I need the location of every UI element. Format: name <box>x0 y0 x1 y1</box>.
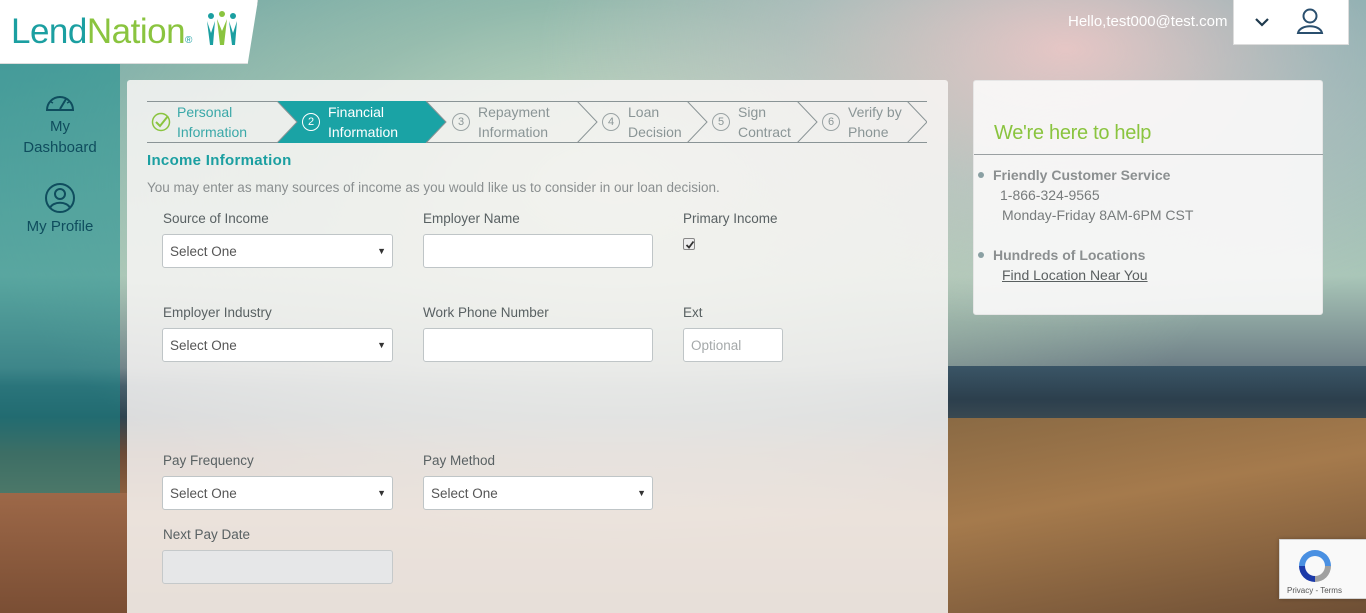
check-circle-icon <box>151 112 171 132</box>
greeting-text: Hello,test000@test.com <box>1068 13 1228 30</box>
checkmark-icon <box>685 240 695 249</box>
ext-label: Ext <box>683 305 703 320</box>
step-label: Phone <box>848 124 889 140</box>
employer-industry-label: Employer Industry <box>163 305 272 320</box>
pay-frequency-select[interactable]: Select One ▼ <box>162 476 393 510</box>
registered-mark: ® <box>185 35 192 46</box>
step-verify-by-phone[interactable]: 6 Verify by Phone <box>822 101 902 143</box>
step-number: 3 <box>452 113 470 131</box>
step-label: Decision <box>628 124 682 140</box>
employer-name-input[interactable] <box>423 234 653 268</box>
sidebar-item-label: My <box>50 118 70 135</box>
work-phone-input[interactable] <box>423 328 653 362</box>
sidebar-item-dashboard[interactable]: My Dashboard <box>0 90 120 158</box>
gauge-icon <box>45 96 75 111</box>
pay-frequency-label: Pay Frequency <box>163 453 254 468</box>
divider <box>974 154 1323 155</box>
caret-down-icon: ▼ <box>637 488 646 498</box>
sidebar: My Dashboard My Profile <box>0 64 120 493</box>
bullet-icon <box>978 252 984 258</box>
step-sign-contract[interactable]: 5 Sign Contract <box>712 101 791 143</box>
work-phone-label: Work Phone Number <box>423 305 549 320</box>
step-label: Financial <box>328 104 385 120</box>
step-label: Information <box>177 124 248 140</box>
bullet-icon <box>978 172 984 178</box>
recaptcha-links[interactable]: Privacy - Terms <box>1287 586 1342 595</box>
select-value: Select One <box>170 485 237 501</box>
user-account-icon[interactable] <box>1296 7 1324 35</box>
logo[interactable]: LendNation® <box>0 0 258 64</box>
logo-word-lend: Lend <box>11 12 87 51</box>
step-label: Repayment <box>478 104 550 120</box>
step-label: Contract <box>738 124 791 140</box>
logo-word-nation: Nation <box>86 12 186 51</box>
employer-name-label: Employer Name <box>423 211 520 226</box>
pay-method-label: Pay Method <box>423 453 496 468</box>
step-number: 6 <box>822 113 840 131</box>
step-label: Sign <box>738 104 767 120</box>
step-label: Loan <box>628 104 660 120</box>
caret-down-icon: ▼ <box>377 340 386 350</box>
sidebar-item-profile[interactable]: My Profile <box>0 182 120 237</box>
next-pay-date-label: Next Pay Date <box>163 527 251 542</box>
user-circle-icon <box>45 183 75 213</box>
input-placeholder: Optional <box>691 337 742 353</box>
background-field-left <box>0 493 127 613</box>
people-logo-icon <box>207 11 237 45</box>
select-value: Select One <box>431 485 498 501</box>
step-number: 2 <box>302 113 320 131</box>
step-label: Verify by <box>848 104 902 120</box>
step-label: Information <box>328 124 399 140</box>
background-sea <box>948 366 1366 422</box>
select-value: Select One <box>170 243 237 259</box>
pay-method-select[interactable]: Select One ▼ <box>423 476 653 510</box>
account-menu <box>1233 0 1349 45</box>
step-repayment-information[interactable]: 3 Repayment Information <box>452 101 550 143</box>
step-financial-information[interactable]: 2 Financial Information <box>302 101 398 143</box>
section-title: Income Information <box>147 152 292 169</box>
intro-text: You may enter as many sources of income … <box>147 180 720 195</box>
step-label: Information <box>478 124 549 140</box>
step-number: 4 <box>602 113 620 131</box>
source-of-income-label: Source of Income <box>163 211 269 226</box>
sidebar-item-label: Dashboard <box>23 139 97 156</box>
phone-number: 1-866-324-9565 <box>1000 187 1100 203</box>
primary-income-checkbox[interactable] <box>683 238 695 250</box>
source-of-income-select[interactable]: Select One ▼ <box>162 234 393 268</box>
recaptcha-icon <box>1299 550 1331 582</box>
help-panel: We're here to help Friendly Customer Ser… <box>973 80 1323 315</box>
service-hours: Monday-Friday 8AM-6PM CST <box>1002 207 1194 223</box>
select-value: Select One <box>170 337 237 353</box>
find-location-link[interactable]: Find Location Near You <box>1002 267 1148 283</box>
chevron-down-icon[interactable] <box>1250 10 1274 34</box>
next-pay-date-input[interactable] <box>162 550 393 584</box>
logo-wordmark: LendNation® <box>11 12 192 52</box>
progress-stepper: Personal Information 2 Financial Informati… <box>147 101 927 143</box>
locations-heading: Hundreds of Locations <box>993 247 1146 263</box>
ext-input[interactable]: Optional <box>683 328 783 362</box>
step-label: Personal <box>177 104 233 120</box>
sidebar-item-label: My Profile <box>26 218 94 235</box>
step-number: 5 <box>712 113 730 131</box>
scrollbar[interactable] <box>1349 0 1366 613</box>
help-title: We're here to help <box>994 122 1152 144</box>
employer-industry-select[interactable]: Select One ▼ <box>162 328 393 362</box>
primary-income-label: Primary Income <box>683 211 778 226</box>
caret-down-icon: ▼ <box>377 488 386 498</box>
service-heading: Friendly Customer Service <box>993 167 1171 183</box>
step-personal-information[interactable]: Personal Information <box>151 101 247 143</box>
caret-down-icon: ▼ <box>377 246 386 256</box>
step-loan-decision[interactable]: 4 Loan Decision <box>602 101 682 143</box>
